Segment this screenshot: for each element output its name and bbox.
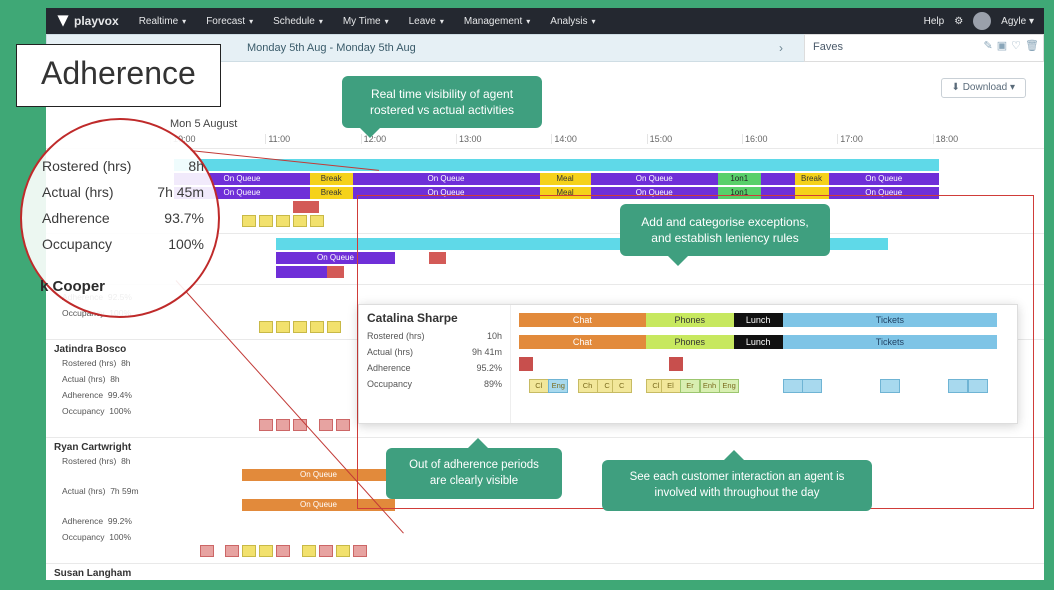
metric-actual: Actual (hrs)7h 45m — [42, 184, 204, 200]
clipboard-icon[interactable]: ▣ — [997, 39, 1007, 52]
callout-realtime: Real time visibility of agent rostered v… — [342, 76, 542, 128]
logo-icon — [56, 14, 70, 28]
callout-exceptions: Add and categorise exceptions, and estab… — [620, 204, 830, 256]
nav-forecast[interactable]: Forecast▾ — [196, 16, 263, 27]
out-of-adherence-mark[interactable] — [519, 357, 533, 371]
timeline-header: Mon 5 August 10:00 11:00 12:00 13:00 14:… — [170, 118, 1028, 148]
callout-out-of-adherence: Out of adherence periods are clearly vis… — [386, 448, 562, 499]
agent-detail-inset: Catalina Sharpe Rostered (hrs)10h Actual… — [358, 304, 1018, 424]
page-title: Adherence — [16, 44, 221, 107]
faves-panel[interactable]: Faves ✎ ▣ ♡ 🗑 — [804, 34, 1044, 62]
callout-interactions: See each customer interaction an agent i… — [602, 460, 872, 511]
edit-icon[interactable]: ✎ — [984, 39, 993, 52]
inset-agent-name: Catalina Sharpe — [367, 311, 502, 325]
out-of-adherence-mark[interactable] — [293, 201, 319, 213]
segment-break[interactable]: Break — [310, 173, 353, 185]
interaction-chips: Cl Eng Ch C C Cl El Er Enh Eng — [519, 379, 1007, 397]
nav-username[interactable]: Agyle ▾ — [1001, 16, 1034, 27]
gear-icon[interactable]: ⚙ — [954, 16, 963, 27]
trash-icon[interactable]: 🗑 — [1025, 39, 1039, 52]
inset-rostered-bar: Chat Phones Lunch Tickets — [519, 313, 1007, 329]
agent-name-cooper: k Cooper — [40, 278, 105, 295]
agent-row-susan[interactable]: Susan Langham Rostered (hrs) 8h On Queue… — [46, 563, 1044, 580]
top-navbar: playvox Realtime▾ Forecast▾ Schedule▾ My… — [46, 8, 1044, 34]
brand-logo: playvox — [46, 14, 129, 28]
avatar[interactable] — [973, 12, 991, 30]
segment-1on1[interactable]: 1on1 — [718, 173, 761, 185]
nav-mytime[interactable]: My Time▾ — [333, 16, 399, 27]
inset-actual-bar: Chat Phones Lunch Tickets — [519, 335, 1007, 351]
metric-occupancy: Occupancy100% — [42, 236, 204, 252]
nav-realtime[interactable]: Realtime▾ — [129, 16, 196, 27]
download-button[interactable]: ⬇ Download ▾ — [941, 78, 1026, 98]
nav-analysis[interactable]: Analysis▾ — [540, 16, 605, 27]
nav-management[interactable]: Management▾ — [454, 16, 540, 27]
metric-adherence: Adherence93.7% — [42, 210, 204, 226]
nav-help[interactable]: Help — [924, 16, 945, 27]
segment-meal[interactable]: Meal — [540, 173, 591, 185]
heart-icon[interactable]: ♡ — [1011, 39, 1021, 52]
metric-rostered: Rostered (hrs)8h — [42, 158, 204, 174]
nav-leave[interactable]: Leave▾ — [399, 16, 454, 27]
chevron-right-icon[interactable]: › — [779, 41, 783, 55]
nav-schedule[interactable]: Schedule▾ — [263, 16, 333, 27]
